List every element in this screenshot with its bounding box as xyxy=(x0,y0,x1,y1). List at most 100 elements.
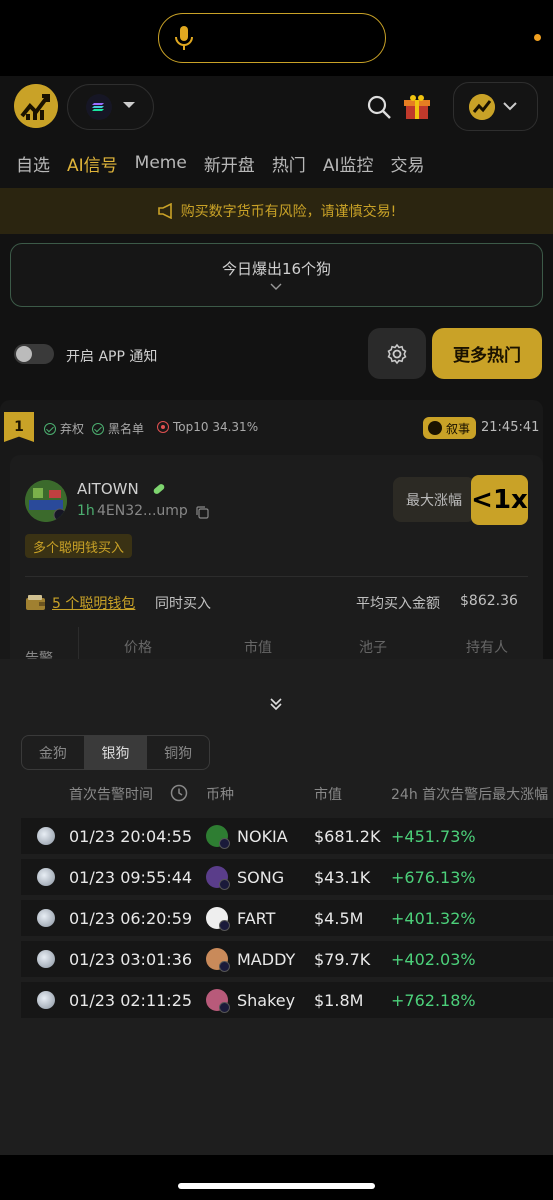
coin-symbol: Shakey xyxy=(237,990,296,1010)
tab-meme[interactable]: Meme xyxy=(135,153,187,173)
alert-time: 01/23 09:55:44 xyxy=(69,867,193,887)
silver-medal-icon xyxy=(37,950,55,968)
chevron-down-icon xyxy=(123,102,135,108)
home-indicator[interactable] xyxy=(178,1183,375,1189)
alert-time: 01/23 20:04:55 xyxy=(69,826,193,846)
check-icon xyxy=(92,422,104,435)
coin-avatar xyxy=(206,989,230,1013)
coin-symbol: SONG xyxy=(237,867,285,887)
coin-avatar xyxy=(206,907,230,931)
notification-label: 开启 APP 通知 xyxy=(66,349,158,365)
smart-money-badge: 多个聪明钱买入 xyxy=(25,534,133,558)
toggle-knob xyxy=(16,346,32,362)
silver-medal-icon xyxy=(37,827,55,845)
market-cap: $681.2K xyxy=(314,826,381,846)
alert-time: 01/23 06:20:59 xyxy=(69,908,193,928)
more-hot-button[interactable]: 更多热门 xyxy=(432,328,542,379)
tab-silver-dog[interactable]: 银狗 xyxy=(84,736,148,769)
search-icon[interactable] xyxy=(366,94,392,120)
gear-icon xyxy=(387,343,407,365)
silver-medal-icon xyxy=(37,991,55,1009)
tab-ai-monitor[interactable]: AI监控 xyxy=(323,151,374,176)
coin-symbol: NOKIA xyxy=(237,826,288,846)
silver-medal-icon xyxy=(37,868,55,886)
home-indicator-area xyxy=(0,1155,553,1200)
copy-icon[interactable] xyxy=(195,505,209,519)
account-logo-icon xyxy=(469,94,495,120)
tab-gold-dog[interactable]: 金狗 xyxy=(22,736,85,769)
table-row[interactable]: 01/23 06:20:59 FART $4.5M +401.32% xyxy=(21,900,553,936)
tab-watchlist[interactable]: 自选 xyxy=(16,151,50,176)
risk-warning-banner: 购买数字货币有风险，请谨慎交易! xyxy=(0,188,553,234)
warning-text: 购买数字货币有风险，请谨慎交易! xyxy=(180,204,397,220)
coin-avatar xyxy=(206,825,230,849)
coin-symbol: FART xyxy=(237,908,276,928)
card-time: 21:45:41 xyxy=(481,420,540,435)
max-gain-value: <1x xyxy=(471,475,528,525)
tab-ai-signal[interactable]: AI信号 xyxy=(67,151,118,176)
chevron-down-icon[interactable] xyxy=(270,283,282,291)
silver-medal-icon xyxy=(37,909,55,927)
tab-new-listing[interactable]: 新开盘 xyxy=(204,151,255,176)
token-age: 1h xyxy=(77,503,95,519)
market-cap: $4.5M xyxy=(314,908,364,928)
market-cap: $1.8M xyxy=(314,990,364,1010)
table-row[interactable]: 01/23 03:01:36 MADDY $79.7K +402.03% xyxy=(21,941,553,977)
solana-icon xyxy=(86,94,112,120)
smart-wallets-link[interactable]: 5 个聪明钱包 xyxy=(52,593,135,613)
table-row[interactable]: 01/23 09:55:44 SONG $43.1K +676.13% xyxy=(21,859,553,895)
warning-dot-icon xyxy=(157,421,169,433)
tag-renounced: 弃权 xyxy=(44,420,84,437)
megaphone-icon xyxy=(157,203,172,219)
header-first-alert-time: 首次告警时间 xyxy=(69,787,153,803)
coin-avatar xyxy=(206,866,230,890)
max-gain: +762.18% xyxy=(391,990,476,1010)
narrative-icon xyxy=(428,421,442,435)
microphone-icon xyxy=(175,26,193,50)
grade-segmented-control: 金狗 银狗 铜狗 xyxy=(21,735,210,770)
token-avatar[interactable] xyxy=(25,480,67,522)
max-gain-label: 最大涨幅 xyxy=(393,477,475,522)
account-menu-button[interactable] xyxy=(453,82,538,131)
tag-blacklist: 黑名单 xyxy=(92,420,144,437)
max-gain: +401.32% xyxy=(391,908,476,928)
chevron-down-icon xyxy=(503,102,517,111)
category-tabs: 自选 AI信号 Meme 新开盘 热门 AI监控 交易 xyxy=(0,138,553,188)
app-logo-icon[interactable] xyxy=(14,84,58,128)
column-market-cap: 市值 xyxy=(244,640,272,656)
check-icon xyxy=(44,422,56,435)
coin-avatar xyxy=(206,948,230,972)
clock-icon[interactable] xyxy=(170,784,188,802)
coin-symbol: MADDY xyxy=(237,949,296,969)
tab-hot[interactable]: 热门 xyxy=(272,151,306,176)
column-holders: 持有人 xyxy=(466,640,508,656)
alert-time: 01/23 02:11:25 xyxy=(69,990,193,1010)
alert-time: 01/23 03:01:36 xyxy=(69,949,193,969)
divider xyxy=(25,576,528,577)
tab-trade[interactable]: 交易 xyxy=(390,151,424,176)
token-name: AITOWN xyxy=(77,480,139,498)
pill-icon xyxy=(153,484,165,494)
avg-buy-value: $862.36 xyxy=(460,593,518,609)
max-gain: +402.03% xyxy=(391,949,476,969)
header-market-cap: 市值 xyxy=(314,787,342,803)
column-price: 价格 xyxy=(124,640,152,656)
header-max-gain: 24h 首次告警后最大涨幅 xyxy=(391,787,549,803)
recording-indicator xyxy=(534,34,541,41)
market-cap: $43.1K xyxy=(314,867,371,887)
token-address: 4EN32...ump xyxy=(97,503,188,519)
daily-burst-text: 今日爆出16个狗 xyxy=(221,260,332,278)
table-row[interactable]: 01/23 02:11:25 Shakey $1.8M +762.18% xyxy=(21,982,553,1018)
header-coin: 币种 xyxy=(206,787,234,803)
double-chevron-down-icon[interactable] xyxy=(269,697,283,711)
avg-buy-label: 平均买入金额 xyxy=(356,596,440,612)
gift-box-icon[interactable] xyxy=(402,92,432,122)
max-gain: +451.73% xyxy=(391,826,476,846)
max-gain: +676.13% xyxy=(391,867,476,887)
smart-wallets-text: 同时买入 xyxy=(155,596,211,612)
table-row[interactable]: 01/23 20:04:55 NOKIA $681.2K +451.73% xyxy=(21,818,553,854)
tag-top10: Top10 34.31% xyxy=(157,420,258,434)
tab-bronze-dog[interactable]: 铜狗 xyxy=(147,736,209,769)
wallet-icon xyxy=(26,595,45,610)
market-cap: $79.7K xyxy=(314,949,371,969)
